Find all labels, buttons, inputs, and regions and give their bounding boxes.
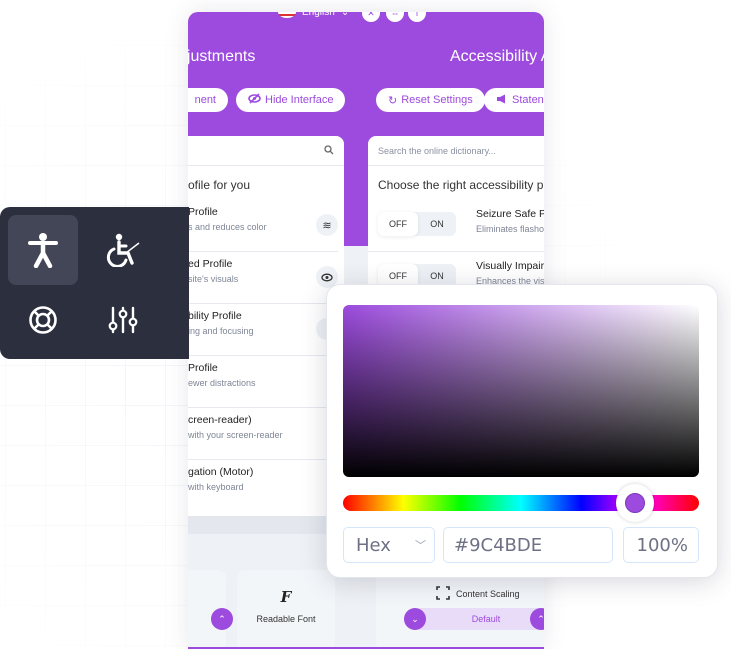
content-scaling-tile: Content Scaling Default ⌄ ⌃ xyxy=(376,570,544,649)
dock-help-button[interactable] xyxy=(8,285,78,355)
toggle-row-seizure-safe: OFF ON Seizure Safe P Eliminates flasho xyxy=(368,200,544,252)
hide-interface-button[interactable]: Hide Interface xyxy=(236,88,346,112)
panel-title-left: djustments xyxy=(188,48,256,65)
statement-button[interactable]: Staten xyxy=(484,88,544,112)
profile-item[interactable]: ed Profile site's visuals xyxy=(188,252,338,304)
accessibility-dock xyxy=(0,207,189,359)
language-label: English xyxy=(302,12,335,18)
profile-item[interactable]: gation (Motor) with keyboard xyxy=(188,460,338,512)
statement-button-partial[interactable]: nent xyxy=(188,88,228,112)
move-icon: ⇔ xyxy=(390,12,400,18)
hex-value: #9C4BDE xyxy=(454,534,543,556)
profile-name: bility Profile xyxy=(188,310,242,322)
chevron-up-icon: ⌃ xyxy=(537,613,544,624)
profile-search[interactable] xyxy=(188,136,344,166)
profile-item[interactable]: Profile s and reduces color ≋ xyxy=(188,200,338,252)
reset-settings-button[interactable]: ↻ Reset Settings xyxy=(376,88,485,112)
us-flag-icon xyxy=(278,12,296,18)
section-divider xyxy=(188,516,346,534)
megaphone-icon xyxy=(496,94,508,107)
chevron-down-icon: ﹀ xyxy=(415,539,426,552)
toggle-section-title: Choose the right accessibility pro xyxy=(378,178,544,192)
info-icon: i xyxy=(416,12,418,18)
lifebuoy-icon xyxy=(29,306,57,334)
content-scaling-label: Content Scaling xyxy=(456,589,520,599)
readable-font-tile[interactable]: F Readable Font xyxy=(237,570,335,649)
profile-name: gation (Motor) xyxy=(188,466,254,478)
feature-tile-partial[interactable]: ⌃ xyxy=(188,570,233,649)
dock-settings-button[interactable] xyxy=(88,285,158,355)
profile-desc: ewer distractions xyxy=(188,378,256,388)
toggle-on[interactable]: ON xyxy=(418,212,456,236)
dock-accessibility-button[interactable] xyxy=(8,215,78,285)
selected-color-swatch xyxy=(624,493,645,513)
wheelchair-icon xyxy=(106,233,140,267)
profile-name: Profile xyxy=(188,362,218,374)
profile-name: creen-reader) xyxy=(188,414,252,426)
toggle-name: Seizure Safe P xyxy=(476,208,544,220)
profiles-card: ofile for you Profile s and reduces colo… xyxy=(188,136,344,526)
hex-input[interactable]: #9C4BDE xyxy=(443,527,613,563)
panel-title-right: Accessibility A xyxy=(450,48,544,65)
saturation-value-area[interactable] xyxy=(343,305,699,477)
profile-name: Profile xyxy=(188,206,218,218)
dictionary-search-input[interactable]: Search the online dictionary... xyxy=(368,136,544,166)
chevron-down-icon: ⌄ xyxy=(340,12,350,18)
dock-motor-button[interactable] xyxy=(88,215,158,285)
profiles-section-title: ofile for you xyxy=(188,178,251,192)
close-icon: ✕ xyxy=(367,12,375,18)
statement-label: Staten xyxy=(512,94,544,106)
hue-slider[interactable] xyxy=(343,484,699,522)
statement-partial-label: nent xyxy=(194,94,216,106)
accessibility-icon xyxy=(28,233,58,268)
alpha-input[interactable]: 100% xyxy=(623,527,699,563)
seizure-safe-toggle[interactable]: OFF ON xyxy=(378,212,456,236)
profile-desc: with keyboard xyxy=(188,482,244,492)
move-button[interactable]: ⇔ xyxy=(386,12,404,22)
profile-item[interactable]: creen-reader) with your screen-reader xyxy=(188,408,338,460)
language-selector[interactable]: English ⌄ xyxy=(278,12,349,18)
content-scaling-header: Content Scaling xyxy=(436,586,520,602)
profile-desc: s and reduces color xyxy=(188,222,267,232)
readable-font-label: Readable Font xyxy=(256,614,316,624)
hue-slider-thumb[interactable] xyxy=(615,484,654,522)
chevron-down-icon: ⌄ xyxy=(411,613,419,624)
profile-name: ed Profile xyxy=(188,258,233,270)
color-mode-value: Hex xyxy=(356,534,391,556)
info-button[interactable]: i xyxy=(408,12,426,22)
reset-settings-label: Reset Settings xyxy=(401,94,473,106)
close-button[interactable]: ✕ xyxy=(362,12,380,22)
stage: English ⌄ ✕ ⇔ i djustments Accessibility… xyxy=(0,0,731,649)
decrease-scaling-button[interactable]: ⌄ xyxy=(404,608,426,630)
hide-interface-label: Hide Interface xyxy=(265,94,334,106)
eye-slash-icon xyxy=(248,93,261,107)
profiles-toggle-card: Search the online dictionary... Choose t… xyxy=(368,136,544,306)
sliders-icon xyxy=(108,306,138,334)
toggle-desc: Eliminates flasho xyxy=(476,224,544,234)
toggle-off[interactable]: OFF xyxy=(378,212,418,236)
profile-desc: site's visuals xyxy=(188,274,239,284)
search-icon[interactable] xyxy=(324,144,334,157)
profile-item[interactable]: Profile ewer distractions xyxy=(188,356,338,408)
profile-desc: with your screen-reader xyxy=(188,430,283,440)
increase-button[interactable]: ⌃ xyxy=(211,608,233,630)
content-scaling-value: Default xyxy=(416,608,544,630)
waves-icon: ≋ xyxy=(316,214,338,236)
profile-desc: ing and focusing xyxy=(188,326,254,336)
refresh-icon: ↻ xyxy=(388,94,398,107)
color-picker: Hex ﹀ #9C4BDE 100% xyxy=(326,284,718,578)
profile-item[interactable]: bility Profile ing and focusing xyxy=(188,304,338,356)
color-mode-select[interactable]: Hex ﹀ xyxy=(343,527,435,563)
expand-icon xyxy=(436,586,450,602)
chevron-up-icon: ⌃ xyxy=(218,613,226,624)
alpha-value: 100% xyxy=(636,534,688,556)
toggle-name: Visually Impair xyxy=(476,260,544,272)
readable-font-icon: F xyxy=(280,588,292,606)
dictionary-search-placeholder: Search the online dictionary... xyxy=(378,145,496,156)
